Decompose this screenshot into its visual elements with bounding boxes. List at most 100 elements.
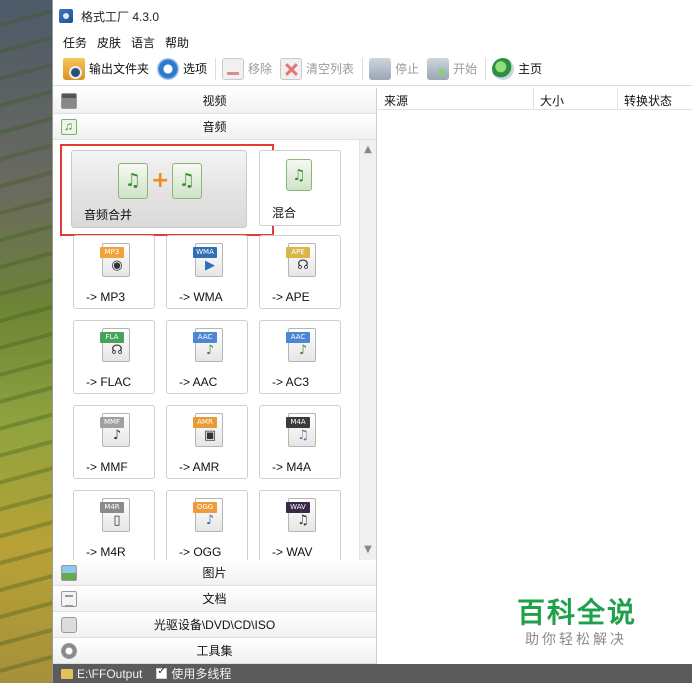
stop-button[interactable]: 停止	[369, 57, 419, 80]
category-disc-label: 光驱设备\DVD\CD\ISO	[153, 618, 276, 632]
video-icon	[61, 93, 77, 109]
wma-file-icon: WMA ▶	[193, 243, 223, 277]
title-bar: 格式工厂 4.3.0	[53, 0, 692, 32]
app-window: 格式工厂 4.3.0 任务 皮肤 语言 帮助 输出文件夹 选项 移除 清空列表 …	[52, 0, 692, 683]
format-tile-mp3[interactable]: MP3 ◉ -> MP3	[73, 235, 155, 309]
remove-label: 移除	[248, 62, 273, 76]
options-label: 选项	[183, 62, 208, 76]
category-document[interactable]: 文档	[53, 586, 376, 612]
disc-drive-icon	[61, 617, 77, 633]
format-tile-flac[interactable]: FLA ☊ -> FLAC	[73, 320, 155, 394]
output-path[interactable]: E:\FFOutput	[77, 667, 142, 681]
format-tile-ac3[interactable]: AAC ♪ -> AC3	[259, 320, 341, 394]
notes-icon: ♫	[297, 513, 309, 528]
desktop-background	[0, 0, 52, 683]
speaker-icon: ◉	[111, 258, 123, 273]
picture-icon	[61, 565, 77, 581]
category-audio-label: 音频	[202, 120, 227, 134]
menu-item-task[interactable]: 任务	[63, 34, 87, 51]
menu-item-language[interactable]: 语言	[131, 34, 155, 51]
format-tile-aac[interactable]: AAC ♪ -> AAC	[166, 320, 248, 394]
format-tile-wav[interactable]: WAV ♫ -> WAV	[259, 490, 341, 560]
start-icon	[427, 57, 450, 80]
amr-file-icon: AMR ▣	[193, 413, 223, 447]
format-label: -> FLAC	[86, 375, 132, 389]
output-folder-button[interactable]: 输出文件夹	[63, 57, 150, 80]
headset-icon: ☊	[111, 343, 123, 358]
format-label: -> M4R	[86, 545, 126, 559]
category-disc[interactable]: 光驱设备\DVD\CD\ISO	[53, 612, 376, 638]
mix-label: 混合	[272, 206, 297, 220]
play-disc-icon: ▶	[205, 258, 215, 273]
headphone-icon: ☊	[297, 258, 309, 273]
aac-file-icon: AAC ♪	[193, 328, 223, 362]
window-title: 格式工厂 4.3.0	[81, 9, 160, 24]
output-folder-label: 输出文件夹	[89, 62, 150, 76]
format-tile-ape[interactable]: APE ☊ -> APE	[259, 235, 341, 309]
file-list-panel: 来源 大小 转换状态	[378, 88, 692, 664]
audio-merge-tile[interactable]: ♫ + ♫ 音频合并	[60, 144, 274, 236]
category-tools-label: 工具集	[196, 644, 233, 658]
disc-note-icon: ♫	[297, 428, 309, 443]
menu-item-skin[interactable]: 皮肤	[97, 34, 121, 51]
format-label: -> APE	[272, 290, 310, 304]
format-label: -> OGG	[179, 545, 222, 559]
format-tile-mmf[interactable]: MMF ♪ -> MMF	[73, 405, 155, 479]
category-video[interactable]: 视频	[53, 88, 376, 114]
remove-button[interactable]: 移除	[222, 57, 273, 80]
category-audio[interactable]: 音频	[53, 114, 376, 140]
grid-scrollbar[interactable]: ▲ ▼	[359, 140, 376, 560]
clear-icon	[280, 57, 303, 80]
clear-list-label: 清空列表	[306, 62, 355, 76]
audio-tools-grid: ♫ + ♫ 音频合并 ♫ 混合 MP3 ◉ -> MP3 WMA ▶ -> WM…	[53, 140, 376, 560]
scroll-down-icon[interactable]: ▼	[362, 544, 374, 556]
options-icon	[157, 57, 180, 80]
music-mix-icon: ♫	[286, 159, 312, 191]
format-tile-ogg[interactable]: OGG ♪ -> OGG	[166, 490, 248, 560]
toolbar: 输出文件夹 选项 移除 清空列表 停止 开始 主页	[53, 52, 692, 86]
clear-list-button[interactable]: 清空列表	[280, 57, 355, 80]
category-picture[interactable]: 图片	[53, 560, 376, 586]
home-label: 主页	[518, 62, 543, 76]
format-label: -> WMA	[179, 290, 223, 304]
start-label: 开始	[453, 62, 478, 76]
device-icon: ▣	[203, 428, 217, 443]
tools-gear-icon	[61, 643, 77, 659]
start-button[interactable]: 开始	[427, 57, 478, 80]
column-size[interactable]: 大小	[534, 88, 618, 109]
format-tile-wma[interactable]: WMA ▶ -> WMA	[166, 235, 248, 309]
options-button[interactable]: 选项	[157, 57, 208, 80]
mix-tile[interactable]: ♫ 混合	[259, 150, 341, 226]
mmf-file-icon: MMF ♪	[100, 413, 130, 447]
format-label: -> AAC	[179, 375, 218, 389]
format-label: -> MMF	[86, 460, 128, 474]
scroll-up-icon[interactable]: ▲	[362, 144, 374, 156]
column-status[interactable]: 转换状态	[618, 88, 692, 109]
menu-item-help[interactable]: 帮助	[165, 34, 189, 51]
toolbar-divider	[362, 57, 364, 80]
music-note-icon	[61, 119, 77, 135]
folder-icon	[61, 668, 73, 679]
file-list-header: 来源 大小 转换状态	[378, 88, 692, 110]
toolbar-divider	[485, 57, 487, 80]
document-icon	[61, 591, 77, 607]
format-label: -> M4A	[272, 460, 312, 474]
mp3-file-icon: MP3 ◉	[100, 243, 130, 277]
home-globe-icon	[492, 57, 515, 80]
watermark-subtitle: 助你轻松解决	[525, 632, 627, 648]
multithread-checkbox[interactable]	[156, 666, 168, 679]
highlight-box	[60, 144, 274, 236]
column-source[interactable]: 来源	[378, 88, 534, 109]
format-label: -> AC3	[272, 375, 310, 389]
app-logo-icon	[59, 9, 73, 23]
home-button[interactable]: 主页	[492, 57, 543, 80]
m4a-file-icon: M4A ♫	[286, 413, 316, 447]
format-tile-m4r[interactable]: M4R ▯ -> M4R	[73, 490, 155, 560]
wav-file-icon: WAV ♫	[286, 498, 316, 532]
format-tile-m4a[interactable]: M4A ♫ -> M4A	[259, 405, 341, 479]
format-tile-amr[interactable]: AMR ▣ -> AMR	[166, 405, 248, 479]
speaker-note-icon: ♪	[298, 343, 308, 358]
watermark-title: 百科全说	[517, 596, 638, 629]
category-tools[interactable]: 工具集	[53, 638, 376, 664]
multithread-label: 使用多线程	[171, 667, 232, 681]
